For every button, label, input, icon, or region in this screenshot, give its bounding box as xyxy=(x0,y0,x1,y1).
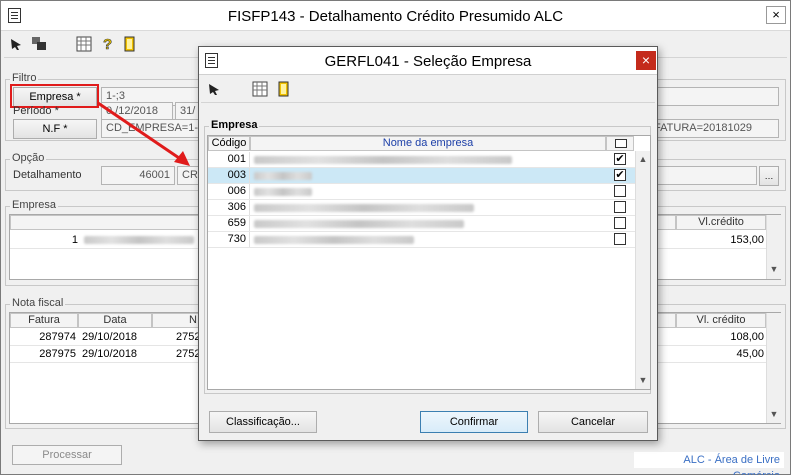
processar-button[interactable]: Processar xyxy=(12,445,122,465)
list-item[interactable]: 001 ✔ xyxy=(208,152,635,168)
redacted-name xyxy=(254,220,464,228)
dialog-title-bar: GERFL041 - Seleção Empresa × xyxy=(199,47,657,75)
nf-n: 2752 xyxy=(176,348,201,360)
empresa-grid-vl-credito: 153,00 xyxy=(730,234,764,246)
nf-data: 29/10/2018 xyxy=(82,331,138,343)
cursor-arrow-icon[interactable] xyxy=(207,82,221,99)
select-checkbox[interactable]: ✔ xyxy=(614,169,626,181)
row-codigo: 306 xyxy=(208,200,250,215)
header-codigo: Código xyxy=(208,136,250,151)
redacted-name xyxy=(254,188,312,196)
exit-door-icon[interactable] xyxy=(123,36,137,55)
nf-data: 29/10/2018 xyxy=(82,348,138,360)
dialog-title: GERFL041 - Seleção Empresa xyxy=(324,53,532,70)
calculator-icon[interactable] xyxy=(252,81,268,100)
row-codigo: 001 xyxy=(208,152,250,167)
nf-button[interactable]: N.F * xyxy=(13,119,97,139)
dialog-grid-scrollbar[interactable]: ▲ ▼ xyxy=(635,151,650,389)
exit-door-icon[interactable] xyxy=(277,81,291,100)
select-checkbox[interactable] xyxy=(614,185,626,197)
list-item[interactable]: 006 xyxy=(208,184,635,200)
title-bar: FISFP143 - Detalhamento Crédito Presumid… xyxy=(1,1,790,31)
nota-fiscal-scrollbar[interactable]: ▼ xyxy=(766,313,781,423)
redacted-name xyxy=(254,172,312,180)
list-item[interactable]: 730 xyxy=(208,232,635,248)
select-checkbox[interactable]: ✔ xyxy=(614,153,626,165)
dialog-toolbar-divider xyxy=(201,102,655,103)
nf-n: 2752 xyxy=(176,331,201,343)
redacted-name xyxy=(254,156,512,164)
empresa-grid-header-vl-credito: Vl.crédito xyxy=(676,215,766,230)
select-all-checkbox[interactable] xyxy=(615,139,627,148)
cancelar-button[interactable]: Cancelar xyxy=(538,411,648,433)
chevron-down-icon[interactable]: ▼ xyxy=(767,407,781,422)
list-item[interactable]: 659 xyxy=(208,216,635,232)
nf-fatura: 287975 xyxy=(39,348,76,360)
periodo-label: Período * xyxy=(13,105,59,117)
svg-text:?: ? xyxy=(103,36,112,52)
lookup-button[interactable]: … xyxy=(759,166,779,186)
opcao-label: Opção xyxy=(10,152,47,164)
nf-field-value-right: FATURA=20181029 xyxy=(654,122,752,134)
nota-fiscal-label: Nota fiscal xyxy=(10,297,66,309)
calculator-icon[interactable] xyxy=(76,36,92,55)
selecao-empresa-dialog: GERFL041 - Seleção Empresa × Empresa Cód… xyxy=(198,46,658,441)
nf-vl-credito: 108,00 xyxy=(730,331,764,343)
row-codigo: 006 xyxy=(208,184,250,199)
select-checkbox[interactable] xyxy=(614,233,626,245)
nf-grid-header-fatura: Fatura xyxy=(10,313,78,328)
redacted-name xyxy=(84,236,194,244)
detalhamento-label: Detalhamento xyxy=(13,169,82,181)
chevron-down-icon[interactable]: ▼ xyxy=(636,373,650,388)
classificacao-button[interactable]: Classificação... xyxy=(209,411,317,433)
dialog-empresa-label: Empresa xyxy=(209,119,260,131)
row-codigo: 003 xyxy=(208,168,250,183)
list-item[interactable]: 003 ✔ xyxy=(208,168,635,184)
redacted-name xyxy=(254,204,474,212)
empresa-grid-codigo: 1 xyxy=(71,234,78,246)
redacted-name xyxy=(254,236,414,244)
nf-grid-header-data: Data xyxy=(78,313,152,328)
annotation-arrow xyxy=(97,101,190,166)
cursor-arrow-icon[interactable] xyxy=(9,37,23,54)
help-icon[interactable]: ? xyxy=(102,36,114,55)
nf-vl-credito: 45,00 xyxy=(736,348,764,360)
empresa-group-label: Empresa xyxy=(10,199,59,211)
chevron-up-icon[interactable]: ▲ xyxy=(636,152,650,167)
window-title: FISFP143 - Detalhamento Crédito Presumid… xyxy=(227,8,564,25)
select-checkbox[interactable] xyxy=(614,201,626,213)
chevron-down-icon[interactable]: ▼ xyxy=(767,262,781,277)
row-codigo: 659 xyxy=(208,216,250,231)
header-nome-empresa: Nome da empresa xyxy=(250,136,606,151)
confirmar-button[interactable]: Confirmar xyxy=(420,411,528,433)
header-select-all[interactable] xyxy=(606,136,634,151)
filtro-label: Filtro xyxy=(10,72,39,84)
footer-status: ALC - Área de Livre Comércio xyxy=(634,452,784,475)
list-item[interactable]: 306 xyxy=(208,200,635,216)
empresa-selection-grid: Código Nome da empresa ▲ ▼ 001 ✔ 003 ✔ 006 30… xyxy=(207,135,651,390)
windows-icon[interactable] xyxy=(31,36,47,55)
nf-fatura: 287974 xyxy=(39,331,76,343)
close-button[interactable]: × xyxy=(766,6,786,24)
nf-grid-header-vl-credito: Vl. crédito xyxy=(676,313,766,328)
empresa-grid-scrollbar[interactable]: ▼ xyxy=(766,215,781,279)
row-codigo: 730 xyxy=(208,232,250,247)
select-checkbox[interactable] xyxy=(614,217,626,229)
dialog-close-button[interactable]: × xyxy=(636,51,656,70)
